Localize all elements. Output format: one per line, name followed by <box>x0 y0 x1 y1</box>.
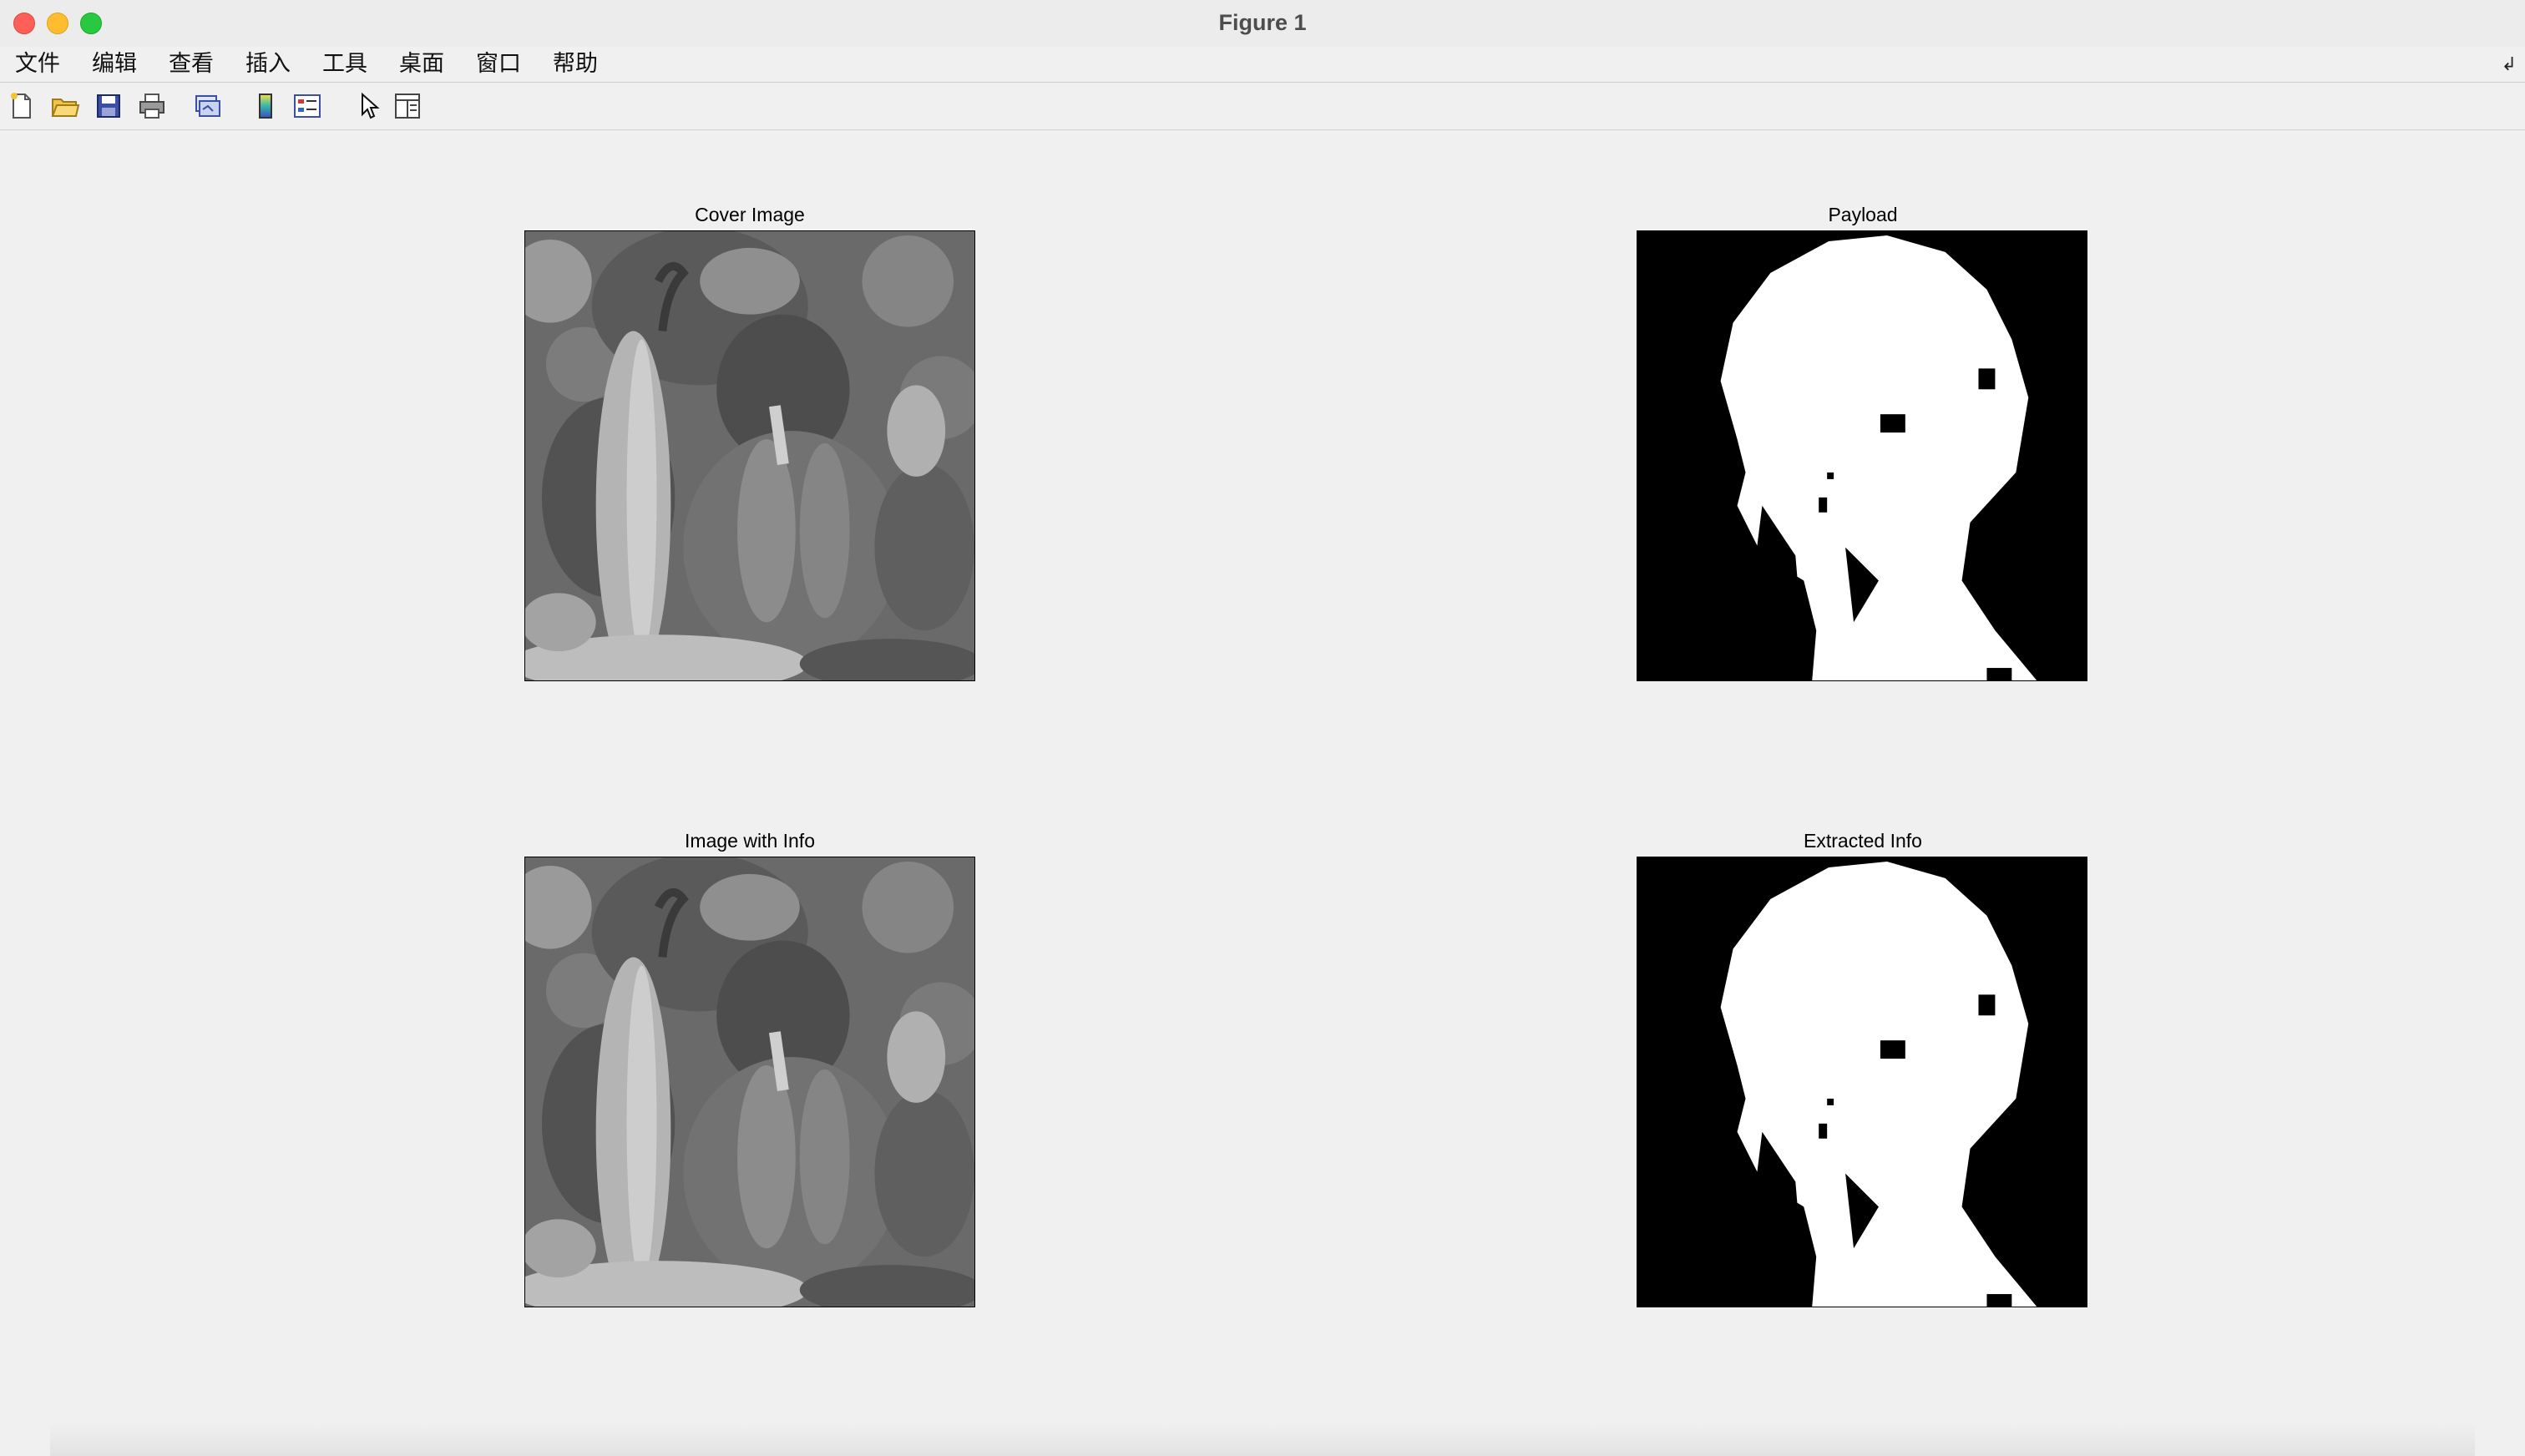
save-icon[interactable] <box>94 91 124 121</box>
menu-window[interactable]: 窗口 <box>471 50 526 78</box>
print-icon[interactable] <box>137 91 167 121</box>
edit-plot-arrow-icon[interactable] <box>354 91 384 121</box>
window-bottom-shadow <box>50 1423 2475 1456</box>
menu-view[interactable]: 查看 <box>164 50 219 78</box>
window-titlebar: Figure 1 <box>0 0 2525 48</box>
subplot-title-image-with-info: Image with Info <box>685 830 815 852</box>
menu-insert[interactable]: 插入 <box>240 50 296 78</box>
subplot-title-cover-image: Cover Image <box>695 204 805 225</box>
axes-extracted-info[interactable] <box>1637 857 2087 1307</box>
axes-image-with-info[interactable] <box>524 857 975 1307</box>
axes-payload[interactable] <box>1637 230 2087 681</box>
menu-bar: 文件 编辑 查看 插入 工具 桌面 窗口 帮助 ↲ <box>0 47 2525 83</box>
menu-file[interactable]: 文件 <box>10 50 65 78</box>
legend-icon[interactable] <box>292 91 322 121</box>
axes-cover-image[interactable] <box>524 230 975 681</box>
menu-edit[interactable]: 编辑 <box>87 50 142 78</box>
peppers-grayscale-stego-image <box>525 857 974 1307</box>
new-figure-icon[interactable] <box>7 91 37 121</box>
property-inspector-icon[interactable] <box>392 91 423 121</box>
peppers-grayscale-image <box>525 231 974 680</box>
menu-tools[interactable]: 工具 <box>317 50 372 78</box>
link-figure-icon[interactable] <box>192 91 222 121</box>
binary-silhouette-image <box>1637 231 2087 680</box>
window-title: Figure 1 <box>1218 10 1307 35</box>
menu-help[interactable]: 帮助 <box>548 50 603 78</box>
open-file-icon[interactable] <box>50 91 80 121</box>
colorbar-icon[interactable] <box>250 91 281 121</box>
figure-canvas[interactable]: Cover Image Payload Image with Info Extr… <box>0 130 2525 1456</box>
binary-silhouette-extracted-image <box>1637 857 2087 1307</box>
menu-desktop[interactable]: 桌面 <box>394 50 449 78</box>
menu-dock-arrow-icon[interactable]: ↲ <box>2502 53 2517 75</box>
subplot-title-payload: Payload <box>1828 204 1898 225</box>
figure-toolbar <box>0 83 2525 130</box>
subplot-title-extracted-info: Extracted Info <box>1804 830 1922 852</box>
